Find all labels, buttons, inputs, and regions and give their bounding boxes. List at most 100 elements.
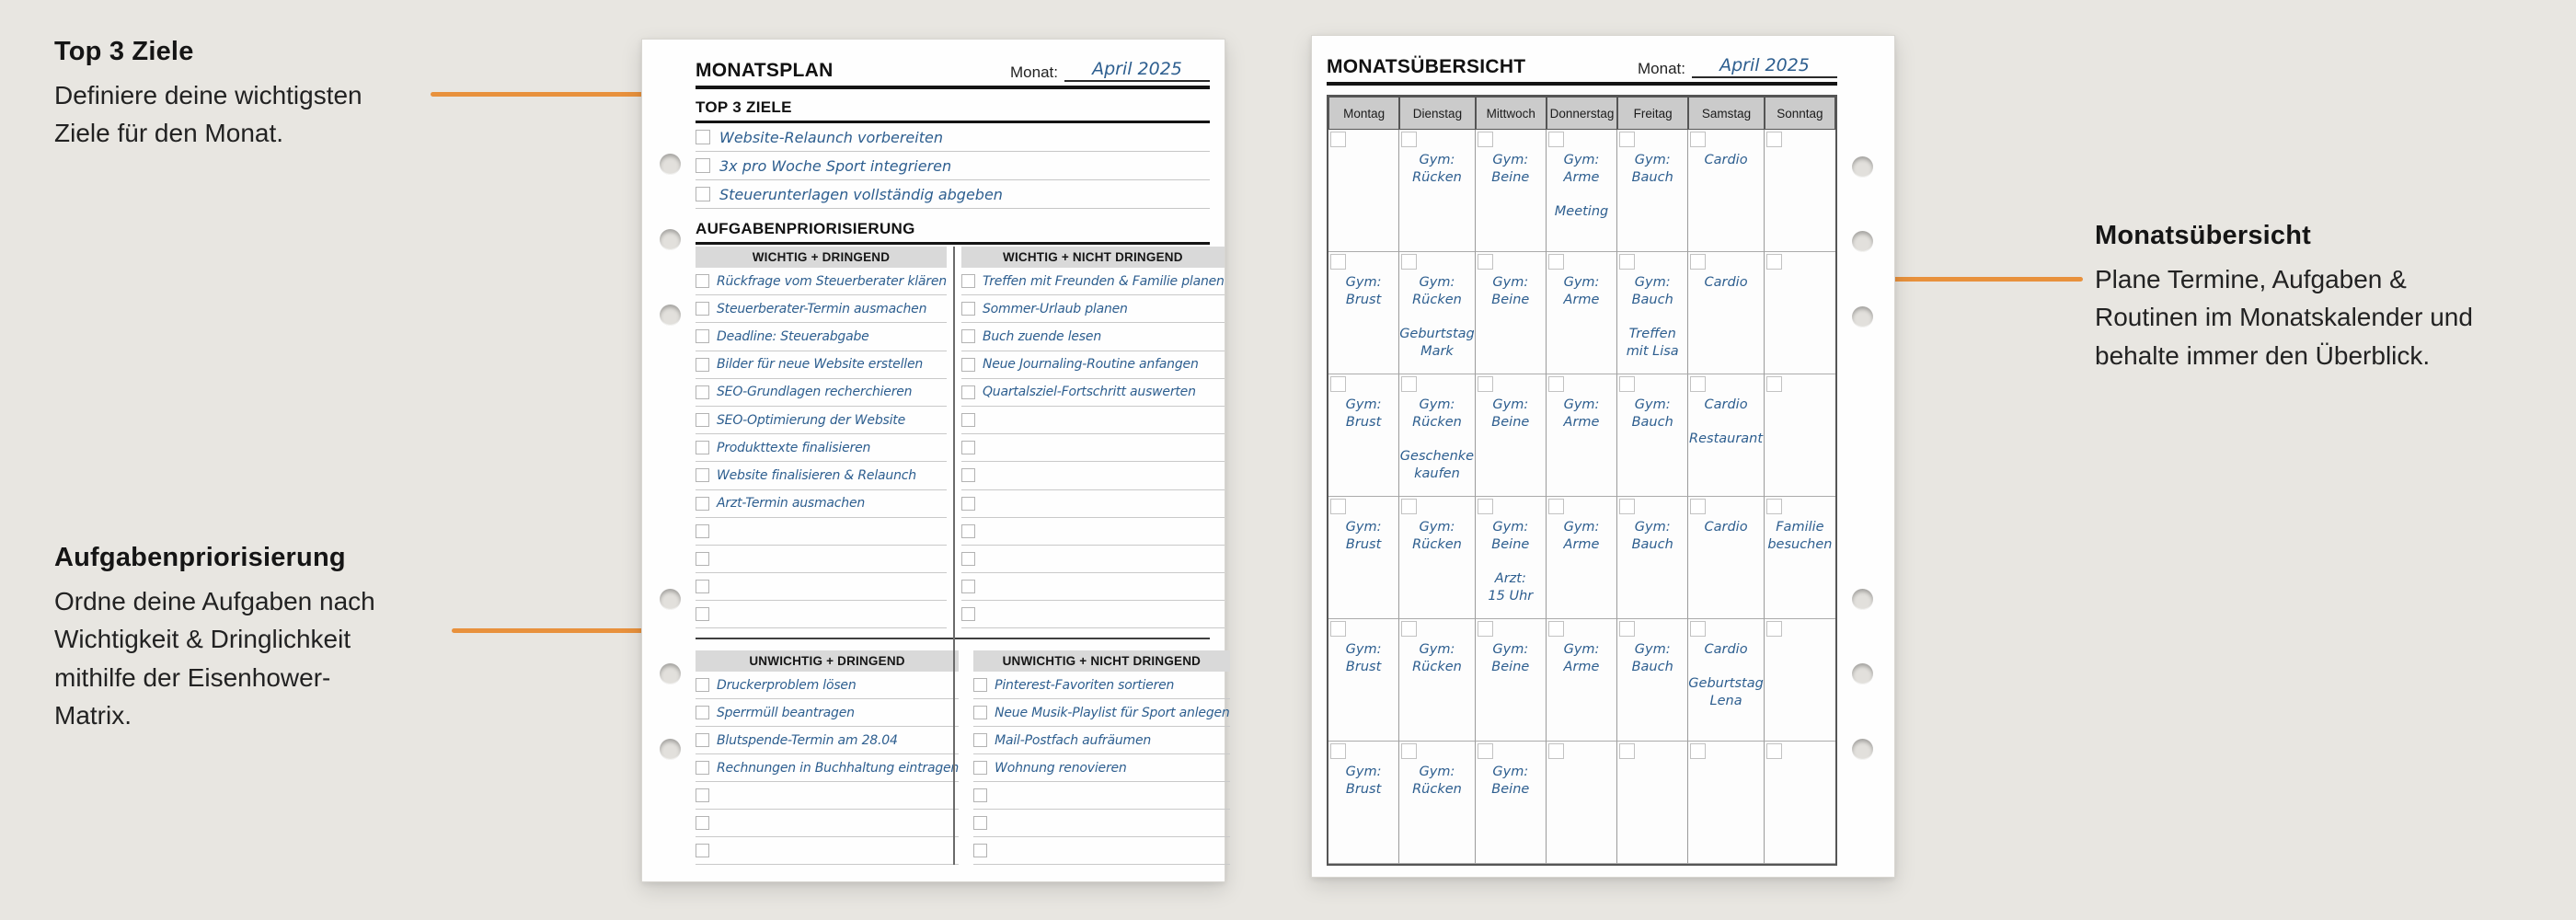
month-value-field[interactable]: April 2025 [1064,59,1210,82]
task-checkbox[interactable] [973,816,987,830]
task-checkbox[interactable] [696,607,709,621]
annotation-top3-body: Definiere deine wichtigsten Ziele für de… [54,76,422,153]
date-box[interactable] [1766,499,1782,514]
task-label: Produkttexte finalisieren [717,441,870,455]
task-checkbox[interactable] [696,497,709,511]
date-box[interactable] [1548,132,1564,147]
date-box[interactable] [1619,132,1635,147]
task-row: Rechnungen in Buchhaltung eintragen [696,754,959,782]
task-checkbox[interactable] [961,413,975,427]
task-checkbox[interactable] [973,761,987,775]
task-checkbox[interactable] [696,468,709,482]
task-checkbox[interactable] [696,678,709,692]
task-checkbox[interactable] [973,733,987,747]
task-checkbox[interactable] [696,329,709,343]
task-row [973,782,1230,810]
date-box[interactable] [1690,499,1706,514]
date-box[interactable] [1548,376,1564,392]
date-box[interactable] [1401,499,1417,514]
date-box[interactable] [1548,499,1564,514]
date-box[interactable] [1766,743,1782,759]
task-checkbox[interactable] [696,413,709,427]
task-checkbox[interactable] [696,706,709,719]
date-box[interactable] [1548,621,1564,637]
date-box[interactable] [1330,254,1346,270]
task-checkbox[interactable] [696,844,709,857]
date-box[interactable] [1330,499,1346,514]
task-checkbox[interactable] [973,788,987,802]
date-box[interactable] [1690,254,1706,270]
date-box[interactable] [1401,376,1417,392]
task-checkbox[interactable] [961,329,975,343]
task-checkbox[interactable] [696,788,709,802]
task-checkbox[interactable] [696,816,709,830]
task-checkbox[interactable] [961,274,975,288]
goal-checkbox[interactable] [696,158,710,173]
task-checkbox[interactable] [696,358,709,372]
date-box[interactable] [1619,743,1635,759]
task-checkbox[interactable] [696,761,709,775]
date-box[interactable] [1690,376,1706,392]
date-box[interactable] [1548,254,1564,270]
task-row: Druckerproblem lösen [696,672,959,699]
date-box[interactable] [1619,499,1635,514]
date-box[interactable] [1478,376,1493,392]
date-box[interactable] [1330,621,1346,637]
date-box[interactable] [1766,254,1782,270]
goal-checkbox[interactable] [696,187,710,201]
task-row [973,810,1230,837]
date-box[interactable] [1619,376,1635,392]
date-box[interactable] [1478,499,1493,514]
date-box[interactable] [1690,621,1706,637]
date-box[interactable] [1766,376,1782,392]
task-checkbox[interactable] [973,706,987,719]
date-box[interactable] [1330,132,1346,147]
task-checkbox[interactable] [961,524,975,538]
date-box[interactable] [1766,621,1782,637]
date-box[interactable] [1401,621,1417,637]
calendar-cell: Gym: BauchTreffen mit Lisa [1617,252,1688,374]
annotation-uebersicht-body: Plane Termine, Aufgaben & Routinen im Mo… [2095,260,2504,374]
task-checkbox[interactable] [696,733,709,747]
task-checkbox[interactable] [973,844,987,857]
task-checkbox[interactable] [961,580,975,593]
task-checkbox[interactable] [696,441,709,454]
date-box[interactable] [1401,254,1417,270]
task-checkbox[interactable] [696,552,709,566]
task-checkbox[interactable] [961,552,975,566]
date-box[interactable] [1619,254,1635,270]
task-checkbox[interactable] [961,441,975,454]
date-box[interactable] [1478,621,1493,637]
date-box[interactable] [1330,376,1346,392]
task-checkbox[interactable] [961,468,975,482]
date-box[interactable] [1766,132,1782,147]
date-box[interactable] [1690,743,1706,759]
date-box[interactable] [1478,132,1493,147]
date-box[interactable] [1478,254,1493,270]
month-value-field[interactable]: April 2025 [1692,55,1837,78]
task-checkbox[interactable] [973,678,987,692]
task-label: Mail-Postfach aufräumen [995,733,1151,748]
calendar-cell: Gym: Brust [1328,619,1399,742]
month-label: Monat: [1010,63,1058,82]
task-checkbox[interactable] [696,385,709,399]
task-checkbox[interactable] [961,385,975,399]
task-checkbox[interactable] [961,302,975,316]
task-checkbox[interactable] [961,497,975,511]
task-checkbox[interactable] [696,524,709,538]
task-checkbox[interactable] [696,302,709,316]
date-box[interactable] [1548,743,1564,759]
calendar-entry: Cardio [1688,274,1764,292]
task-checkbox[interactable] [961,607,975,621]
task-checkbox[interactable] [696,580,709,593]
date-box[interactable] [1401,743,1417,759]
date-box[interactable] [1690,132,1706,147]
task-checkbox[interactable] [696,274,709,288]
date-box[interactable] [1478,743,1493,759]
date-box[interactable] [1330,743,1346,759]
calendar-cell: Gym: Beine [1476,619,1547,742]
date-box[interactable] [1619,621,1635,637]
task-checkbox[interactable] [961,358,975,372]
goal-checkbox[interactable] [696,130,710,144]
date-box[interactable] [1401,132,1417,147]
